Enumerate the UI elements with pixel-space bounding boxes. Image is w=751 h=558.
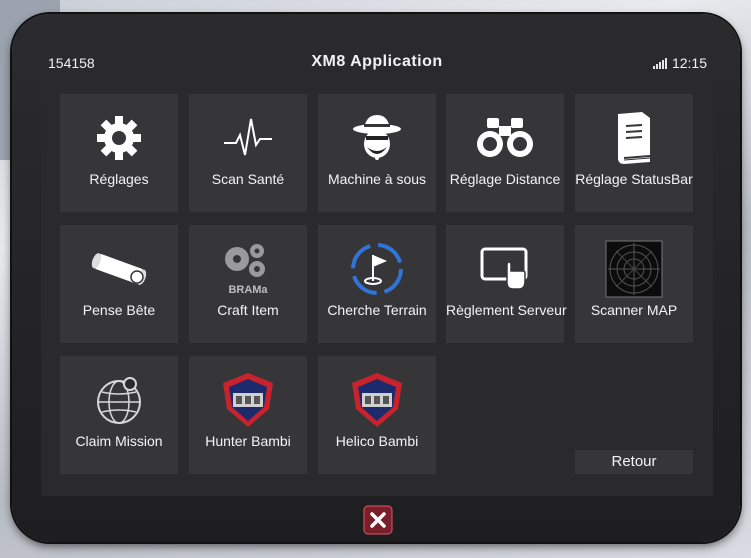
close-icon [363, 505, 393, 535]
gears-icon: BRAMa [189, 239, 307, 299]
app-label: Claim Mission [75, 433, 163, 449]
signal-icon [652, 57, 667, 69]
app-label: Réglages [89, 171, 149, 187]
app-tile-helico-bambi[interactable]: Helico Bambi [318, 356, 436, 474]
app-tile-scanner-map[interactable]: Scanner MAP [575, 225, 693, 343]
app-label: Règlement Serveur [446, 302, 567, 318]
app-tile-reglement-serveur[interactable]: Règlement Serveur [446, 225, 567, 343]
status-right: 12:15 [652, 55, 707, 71]
touch-screen-icon [446, 239, 564, 299]
gambler-icon [318, 108, 436, 168]
globe-icon [60, 370, 178, 430]
app-label: Helico Bambi [335, 433, 419, 449]
app-tile-reglages[interactable]: Réglages [60, 94, 178, 212]
app-label: Hunter Bambi [205, 433, 291, 449]
scroll-icon [60, 239, 178, 299]
shield-badge-icon [189, 370, 307, 430]
app-tile-cherche-terrain[interactable]: Cherche Terrain [318, 225, 436, 343]
app-tile-reglage-distance[interactable]: Réglage Distance [446, 94, 564, 212]
heartbeat-icon [189, 108, 307, 168]
radar-icon [575, 239, 693, 299]
app-label: Machine à sous [327, 171, 427, 187]
app-title: XM8 Application [311, 53, 443, 70]
clock: 12:15 [671, 55, 707, 71]
close-button[interactable] [363, 505, 393, 535]
brand-text: BRAMa [228, 284, 268, 296]
app-tile-craft-item[interactable]: BRAMa Craft Item [189, 225, 307, 343]
app-label: Réglage StatusBar [575, 171, 693, 187]
retour-button[interactable]: Retour [575, 450, 693, 474]
gear-icon [60, 108, 178, 168]
status-bar: 154158 XM8 Application 12:15 [41, 47, 713, 79]
app-tile-claim-mission[interactable]: Claim Mission [60, 356, 178, 474]
app-tile-machine-a-sous[interactable]: Machine à sous [318, 94, 436, 212]
shield-badge-icon [318, 370, 436, 430]
flag-target-icon [318, 239, 436, 299]
app-label: Cherche Terrain [327, 302, 427, 318]
app-tile-scan-sante[interactable]: Scan Santé [189, 94, 307, 212]
binoculars-icon [446, 108, 564, 168]
app-label: Scanner MAP [590, 302, 678, 318]
app-label: Craft Item [217, 302, 279, 318]
app-label: Réglage Distance [449, 171, 561, 187]
app-label: Pense Bête [82, 302, 156, 318]
app-label: Scan Santé [211, 171, 285, 187]
app-tile-hunter-bambi[interactable]: Hunter Bambi [189, 356, 307, 474]
book-icon [575, 108, 693, 168]
app-tile-pense-bete[interactable]: Pense Bête [60, 225, 178, 343]
app-tile-reglage-statusbar[interactable]: Réglage StatusBar [575, 94, 693, 212]
